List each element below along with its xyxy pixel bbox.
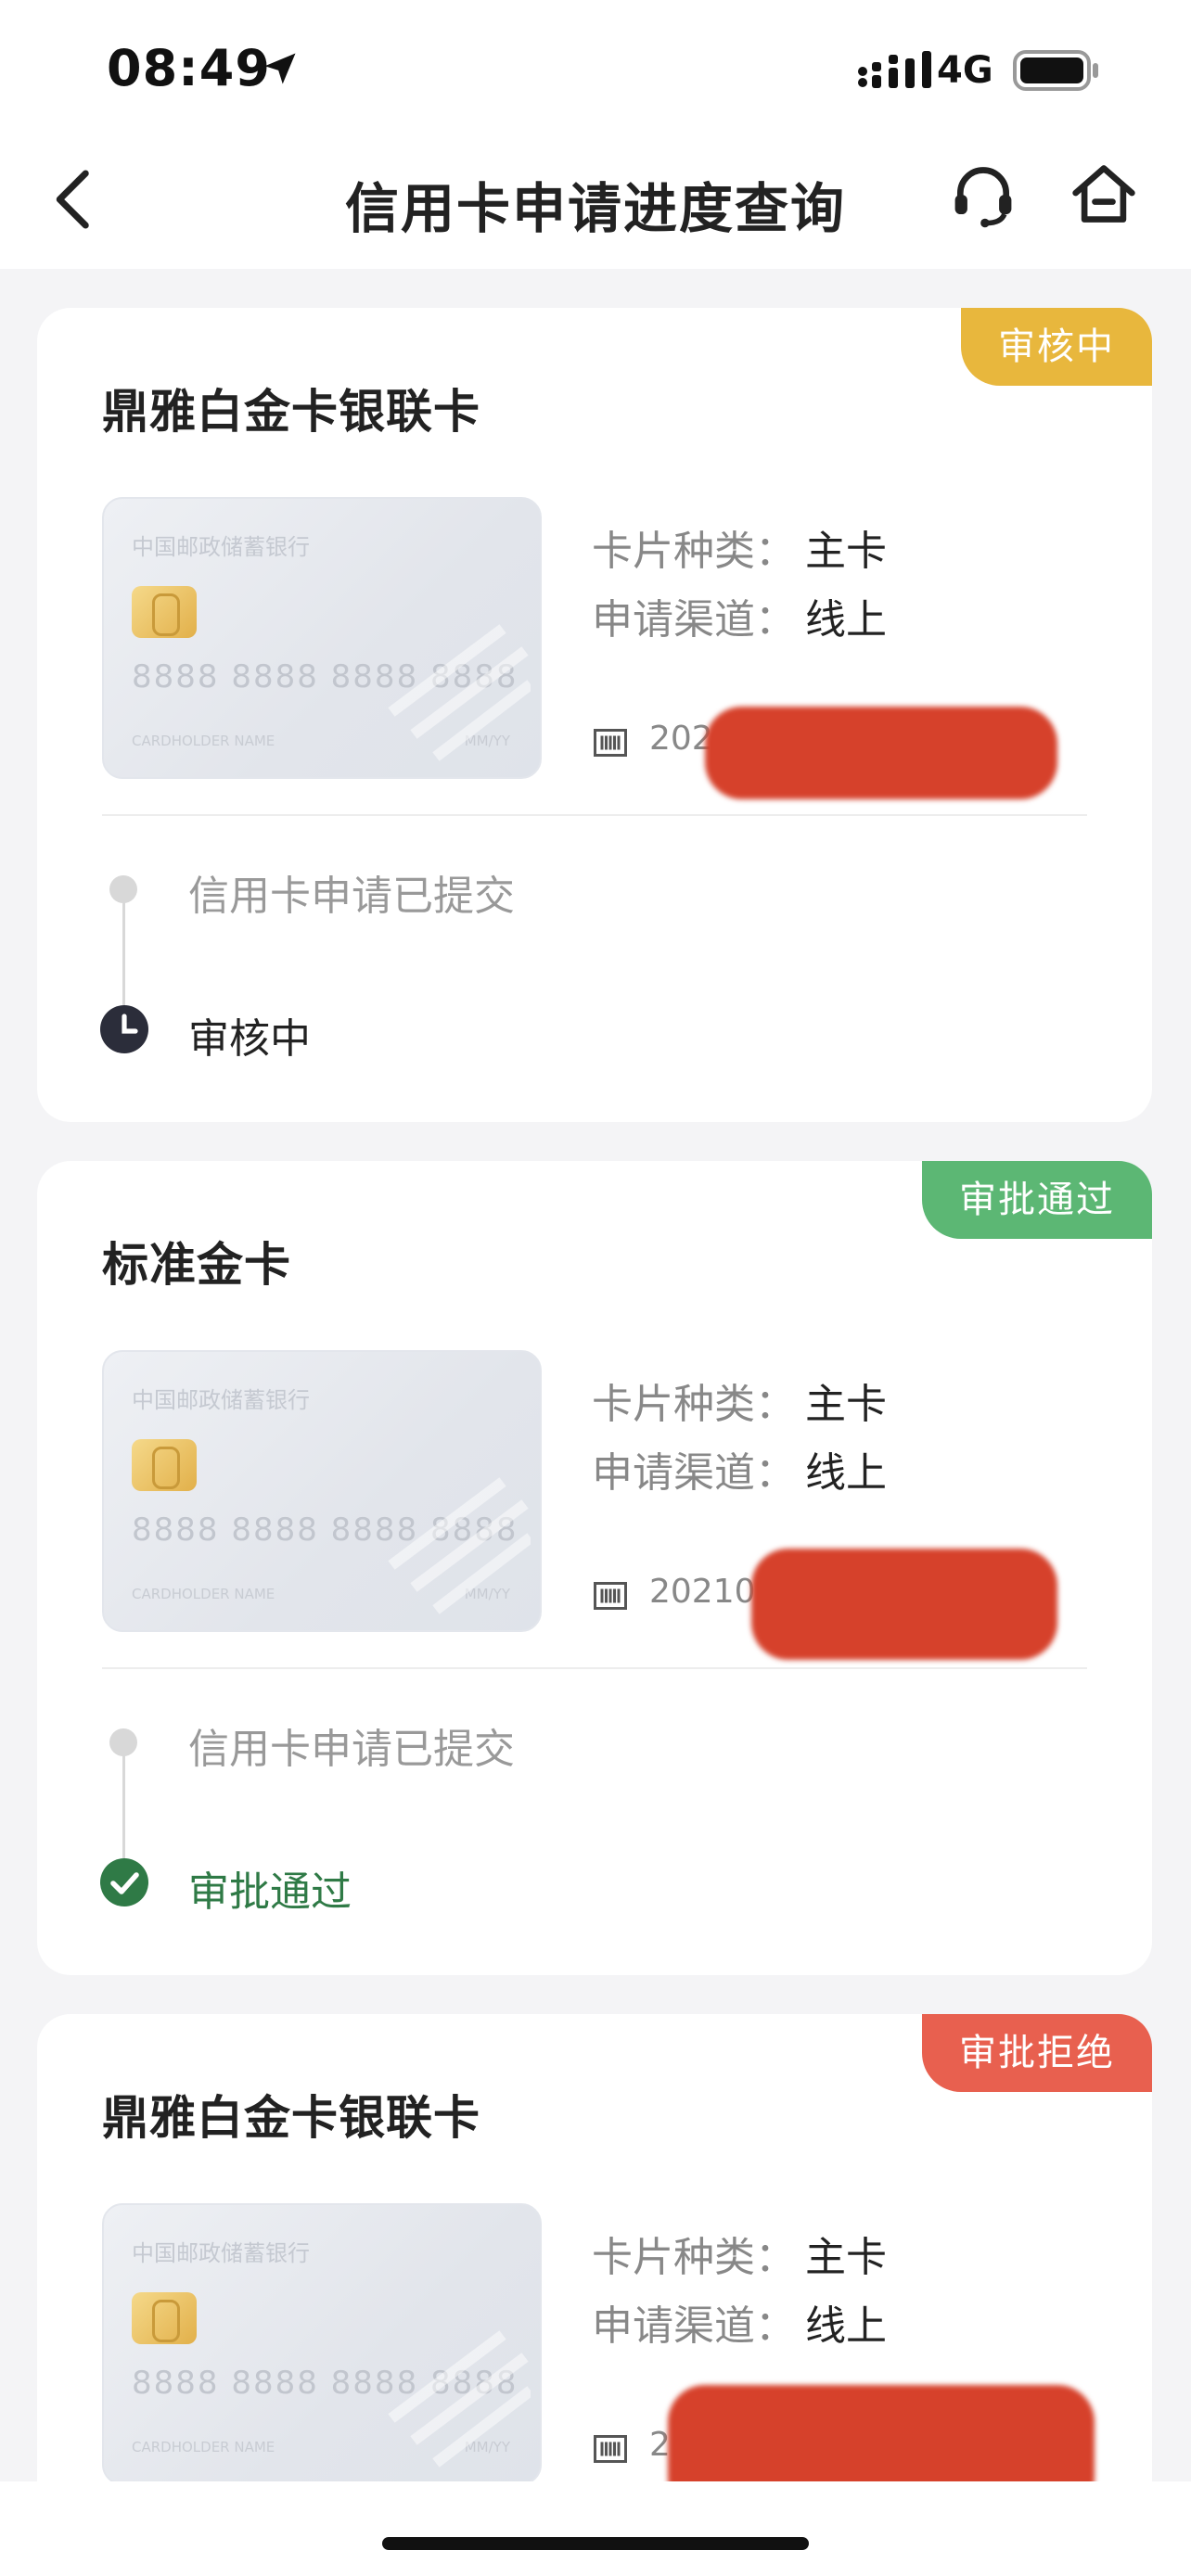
timeline-step-submitted: 信用卡申请已提交 — [188, 1726, 515, 1773]
redaction-mark — [705, 707, 1057, 799]
barcode-icon — [594, 729, 627, 757]
post-logo-watermark-icon — [388, 1477, 531, 1614]
application-number: 202 — [649, 720, 713, 758]
card-chip-icon — [132, 1439, 197, 1491]
channel-row: 申请渠道： 线上 — [592, 586, 887, 645]
card-product-name: 标准金卡 — [102, 1238, 291, 1292]
card-bank-name: 中国邮政储蓄银行 — [132, 1387, 310, 1413]
post-logo-watermark-icon — [388, 2330, 531, 2468]
divider — [102, 1667, 1087, 1669]
channel-value: 线上 — [805, 596, 887, 644]
application-card[interactable]: 审批通过 标准金卡 中国邮政储蓄银行 8888 8888 8888 8888 C… — [37, 1161, 1152, 1975]
timeline-line — [122, 901, 125, 1011]
status-badge: 审批通过 — [922, 1161, 1152, 1239]
card-product-name: 鼎雅白金卡银联卡 — [102, 385, 480, 439]
home-indicator-area — [0, 2481, 1191, 2576]
channel-label: 申请渠道： — [592, 1449, 796, 1497]
card-type-row: 卡片种类： 主卡 — [592, 2224, 887, 2283]
timeline-step-current: 审批通过 — [188, 1868, 352, 1916]
card-type-label: 卡片种类： — [592, 1381, 796, 1428]
post-logo-watermark-icon — [388, 624, 531, 761]
timeline-dot — [109, 1728, 137, 1756]
status-badge: 审批拒绝 — [922, 2014, 1152, 2092]
card-type-label: 卡片种类： — [592, 2234, 796, 2281]
card-type-row: 卡片种类： 主卡 — [592, 517, 887, 577]
card-holder: CARDHOLDER NAME — [132, 733, 275, 749]
channel-value: 线上 — [805, 2302, 887, 2350]
check-icon — [100, 1858, 148, 1906]
application-card[interactable]: 审核中 鼎雅白金卡银联卡 中国邮政储蓄银行 8888 8888 8888 888… — [37, 308, 1152, 1122]
card-bank-name: 中国邮政储蓄银行 — [132, 2240, 310, 2266]
card-image: 中国邮政储蓄银行 8888 8888 8888 8888 CARDHOLDER … — [102, 1350, 542, 1632]
barcode-icon — [594, 2435, 627, 2463]
navigation-bar: 信用卡申请进度查询 — [0, 139, 1191, 269]
signal-icon — [858, 51, 931, 88]
home-icon[interactable] — [1069, 159, 1139, 230]
card-chip-icon — [132, 2292, 197, 2344]
card-bank-name: 中国邮政储蓄银行 — [132, 534, 310, 560]
card-holder: CARDHOLDER NAME — [132, 2439, 275, 2455]
network-type: 4G — [937, 49, 993, 92]
channel-row: 申请渠道： 线上 — [592, 1439, 887, 1498]
status-badge: 审核中 — [961, 308, 1152, 386]
timeline-dot — [109, 875, 137, 903]
channel-row: 申请渠道： 线上 — [592, 2292, 887, 2352]
battery-icon — [1013, 50, 1098, 91]
timeline-line — [122, 1754, 125, 1864]
card-type-value: 主卡 — [805, 1381, 887, 1428]
card-type-row: 卡片种类： 主卡 — [592, 1371, 887, 1430]
channel-label: 申请渠道： — [592, 596, 796, 644]
card-product-name: 鼎雅白金卡银联卡 — [102, 2091, 480, 2145]
card-chip-icon — [132, 586, 197, 638]
card-image: 中国邮政储蓄银行 8888 8888 8888 8888 CARDHOLDER … — [102, 497, 542, 779]
clock-icon — [100, 1005, 148, 1053]
redaction-mark — [751, 1549, 1057, 1660]
timeline-step-current: 审核中 — [188, 1015, 311, 1063]
card-type-value: 主卡 — [805, 2234, 887, 2281]
divider — [102, 814, 1087, 816]
channel-value: 线上 — [805, 1449, 887, 1497]
card-image: 中国邮政储蓄银行 8888 8888 8888 8888 CARDHOLDER … — [102, 2203, 542, 2485]
card-type-label: 卡片种类： — [592, 528, 796, 575]
channel-label: 申请渠道： — [592, 2302, 796, 2350]
location-arrow-icon — [264, 53, 296, 84]
timeline-step-submitted: 信用卡申请已提交 — [188, 873, 515, 920]
card-holder: CARDHOLDER NAME — [132, 1586, 275, 1602]
status-time: 08:49 — [107, 39, 271, 97]
status-bar: 08:49 4G — [0, 0, 1191, 139]
card-type-value: 主卡 — [805, 528, 887, 575]
home-indicator[interactable] — [382, 2537, 809, 2550]
customer-service-icon[interactable] — [948, 161, 1018, 232]
barcode-icon — [594, 1582, 627, 1610]
